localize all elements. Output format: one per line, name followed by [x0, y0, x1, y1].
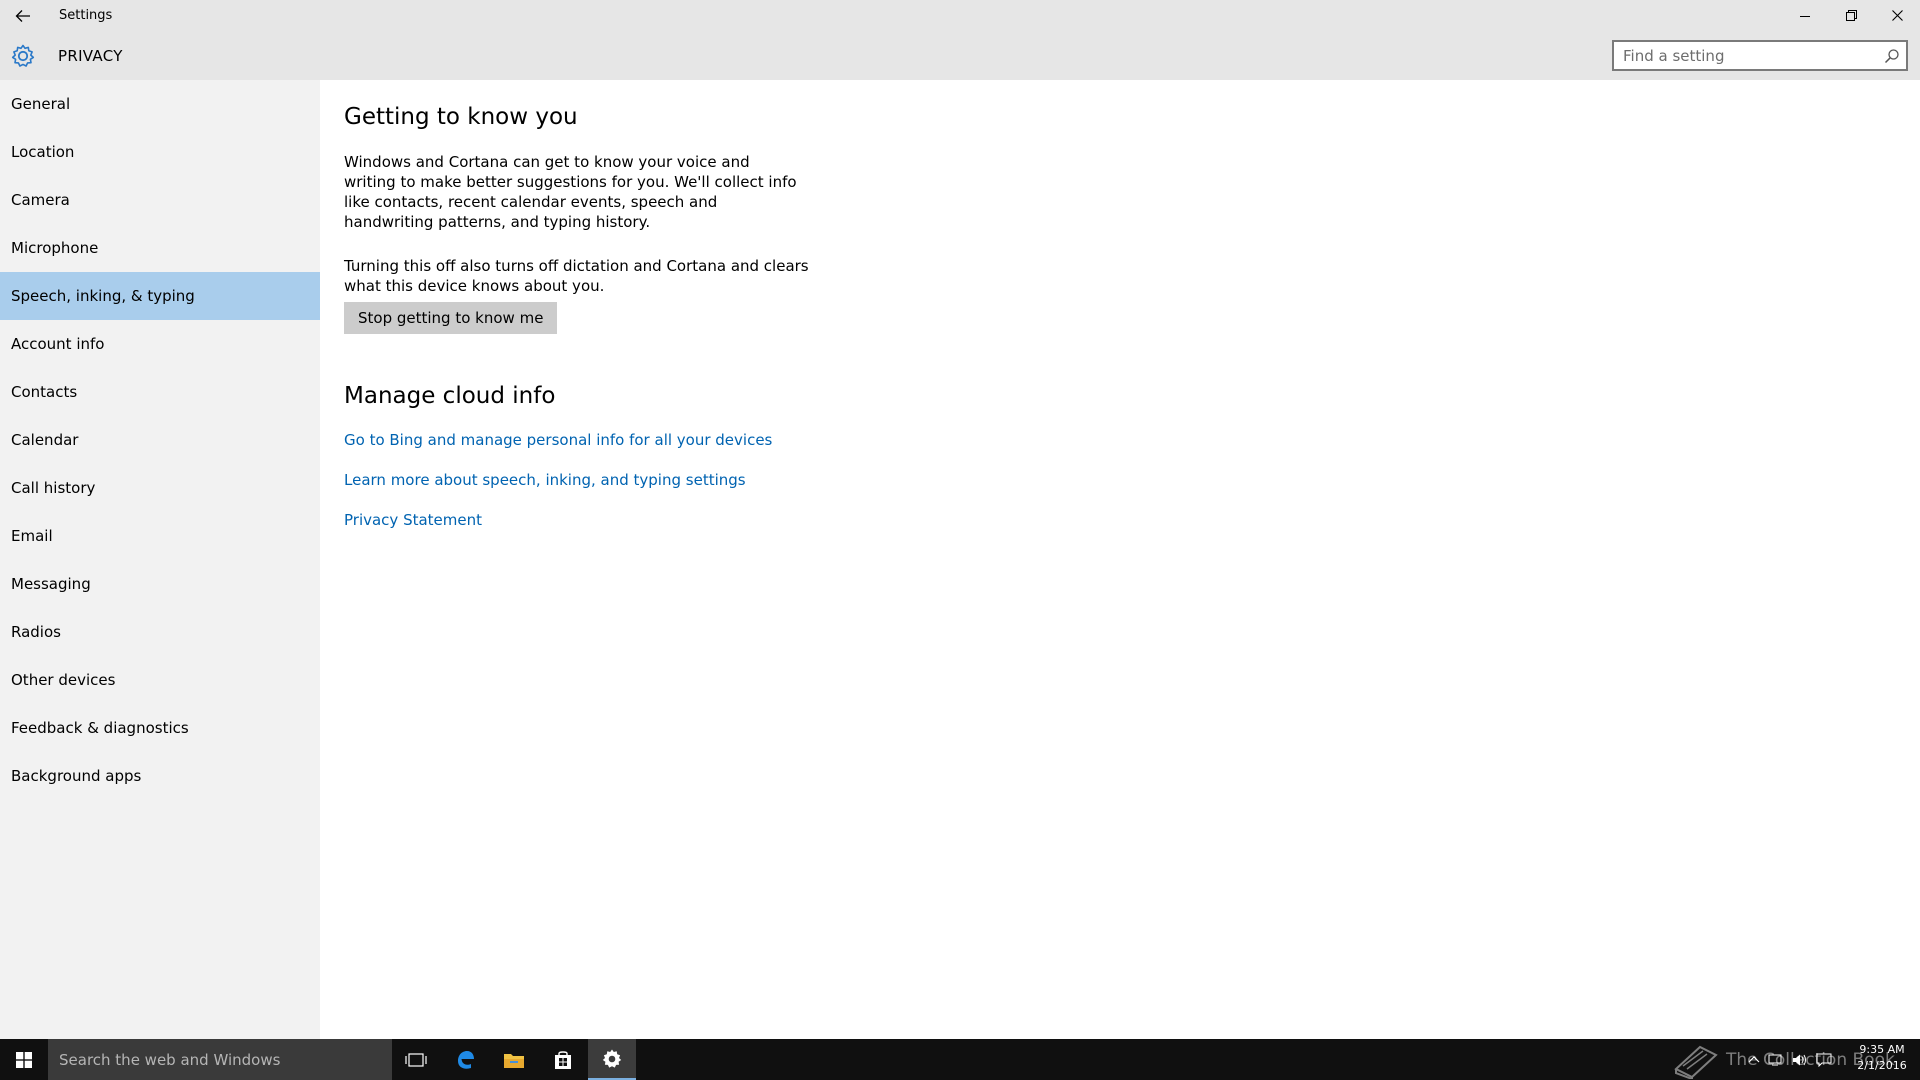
sidebar-item-feedback-diagnostics[interactable]: Feedback & diagnostics [0, 704, 320, 752]
sidebar-item-radios[interactable]: Radios [0, 608, 320, 656]
privacy-statement-link[interactable]: Privacy Statement [344, 511, 482, 529]
main-content: Getting to know you Windows and Cortana … [320, 80, 1920, 1039]
section-heading-manage-cloud-info: Manage cloud info [344, 383, 556, 409]
sidebar-item-other-devices[interactable]: Other devices [0, 656, 320, 704]
learn-more-link[interactable]: Learn more about speech, inking, and typ… [344, 471, 746, 489]
title-bar: Settings [0, 0, 1920, 31]
find-setting-input[interactable] [1614, 42, 1874, 69]
sidebar-item-background-apps[interactable]: Background apps [0, 752, 320, 800]
close-icon [1891, 10, 1903, 21]
start-button[interactable] [0, 1039, 48, 1080]
sidebar-item-messaging[interactable]: Messaging [0, 560, 320, 608]
file-explorer-icon [504, 1053, 524, 1068]
sidebar-item-call-history[interactable]: Call history [0, 464, 320, 512]
taskbar: Search the web and Windows The Collectio… [0, 1039, 1920, 1080]
edge-icon [458, 1050, 474, 1069]
task-view-icon [405, 1052, 427, 1067]
minimize-button[interactable] [1782, 0, 1828, 31]
network-icon[interactable] [1768, 1053, 1784, 1067]
page-header: PRIVACY [0, 31, 1920, 80]
sidebar-item-speech-inking-typing[interactable]: Speech, inking, & typing [0, 272, 320, 320]
back-button[interactable] [8, 3, 38, 29]
gear-icon [11, 44, 35, 67]
sidebar-item-account-info[interactable]: Account info [0, 320, 320, 368]
search-icon[interactable] [1884, 48, 1900, 64]
sidebar-item-email[interactable]: Email [0, 512, 320, 560]
clock-time: 9:35 AM [1859, 1043, 1905, 1056]
clock[interactable]: 9:35 AM 2/1/2016 [1852, 1042, 1912, 1074]
window-title: Settings [59, 8, 113, 23]
store-icon [555, 1050, 571, 1069]
sidebar-item-general[interactable]: General [0, 80, 320, 128]
notification-icon[interactable] [1816, 1053, 1832, 1067]
back-arrow-icon [15, 10, 30, 22]
warning-text: Turning this off also turns off dictatio… [344, 257, 809, 295]
cortana-search-box[interactable]: Search the web and Windows [48, 1039, 392, 1080]
restore-button[interactable] [1828, 0, 1874, 31]
minimize-icon [1800, 15, 1810, 17]
edge-button[interactable] [441, 1039, 489, 1080]
sidebar-item-location[interactable]: Location [0, 128, 320, 176]
volume-icon[interactable] [1792, 1053, 1808, 1067]
bing-personal-info-link[interactable]: Go to Bing and manage personal info for … [344, 431, 772, 449]
book-icon [1674, 1045, 1718, 1079]
chevron-up-icon[interactable] [1748, 1055, 1760, 1065]
settings-gear-icon [602, 1049, 622, 1068]
sidebar-item-calendar[interactable]: Calendar [0, 416, 320, 464]
page-title: PRIVACY [58, 47, 123, 65]
system-tray [1748, 1039, 1832, 1080]
section-heading-getting-to-know-you: Getting to know you [344, 104, 578, 130]
windows-logo-icon [16, 1051, 32, 1068]
stop-getting-to-know-me-button[interactable]: Stop getting to know me [344, 302, 558, 334]
sidebar-item-camera[interactable]: Camera [0, 176, 320, 224]
store-button[interactable] [539, 1039, 587, 1080]
clock-date: 2/1/2016 [1857, 1059, 1907, 1072]
maximize-icon [1845, 10, 1857, 21]
find-setting-box[interactable] [1612, 40, 1908, 71]
sidebar-item-microphone[interactable]: Microphone [0, 224, 320, 272]
sidebar: General Location Camera Microphone Speec… [0, 80, 320, 1039]
description-text: Windows and Cortana can get to know your… [344, 153, 797, 231]
file-explorer-button[interactable] [490, 1039, 538, 1080]
sidebar-item-contacts[interactable]: Contacts [0, 368, 320, 416]
close-button[interactable] [1874, 0, 1920, 31]
settings-taskbar-button[interactable] [588, 1039, 636, 1080]
task-view-button[interactable] [392, 1039, 440, 1080]
